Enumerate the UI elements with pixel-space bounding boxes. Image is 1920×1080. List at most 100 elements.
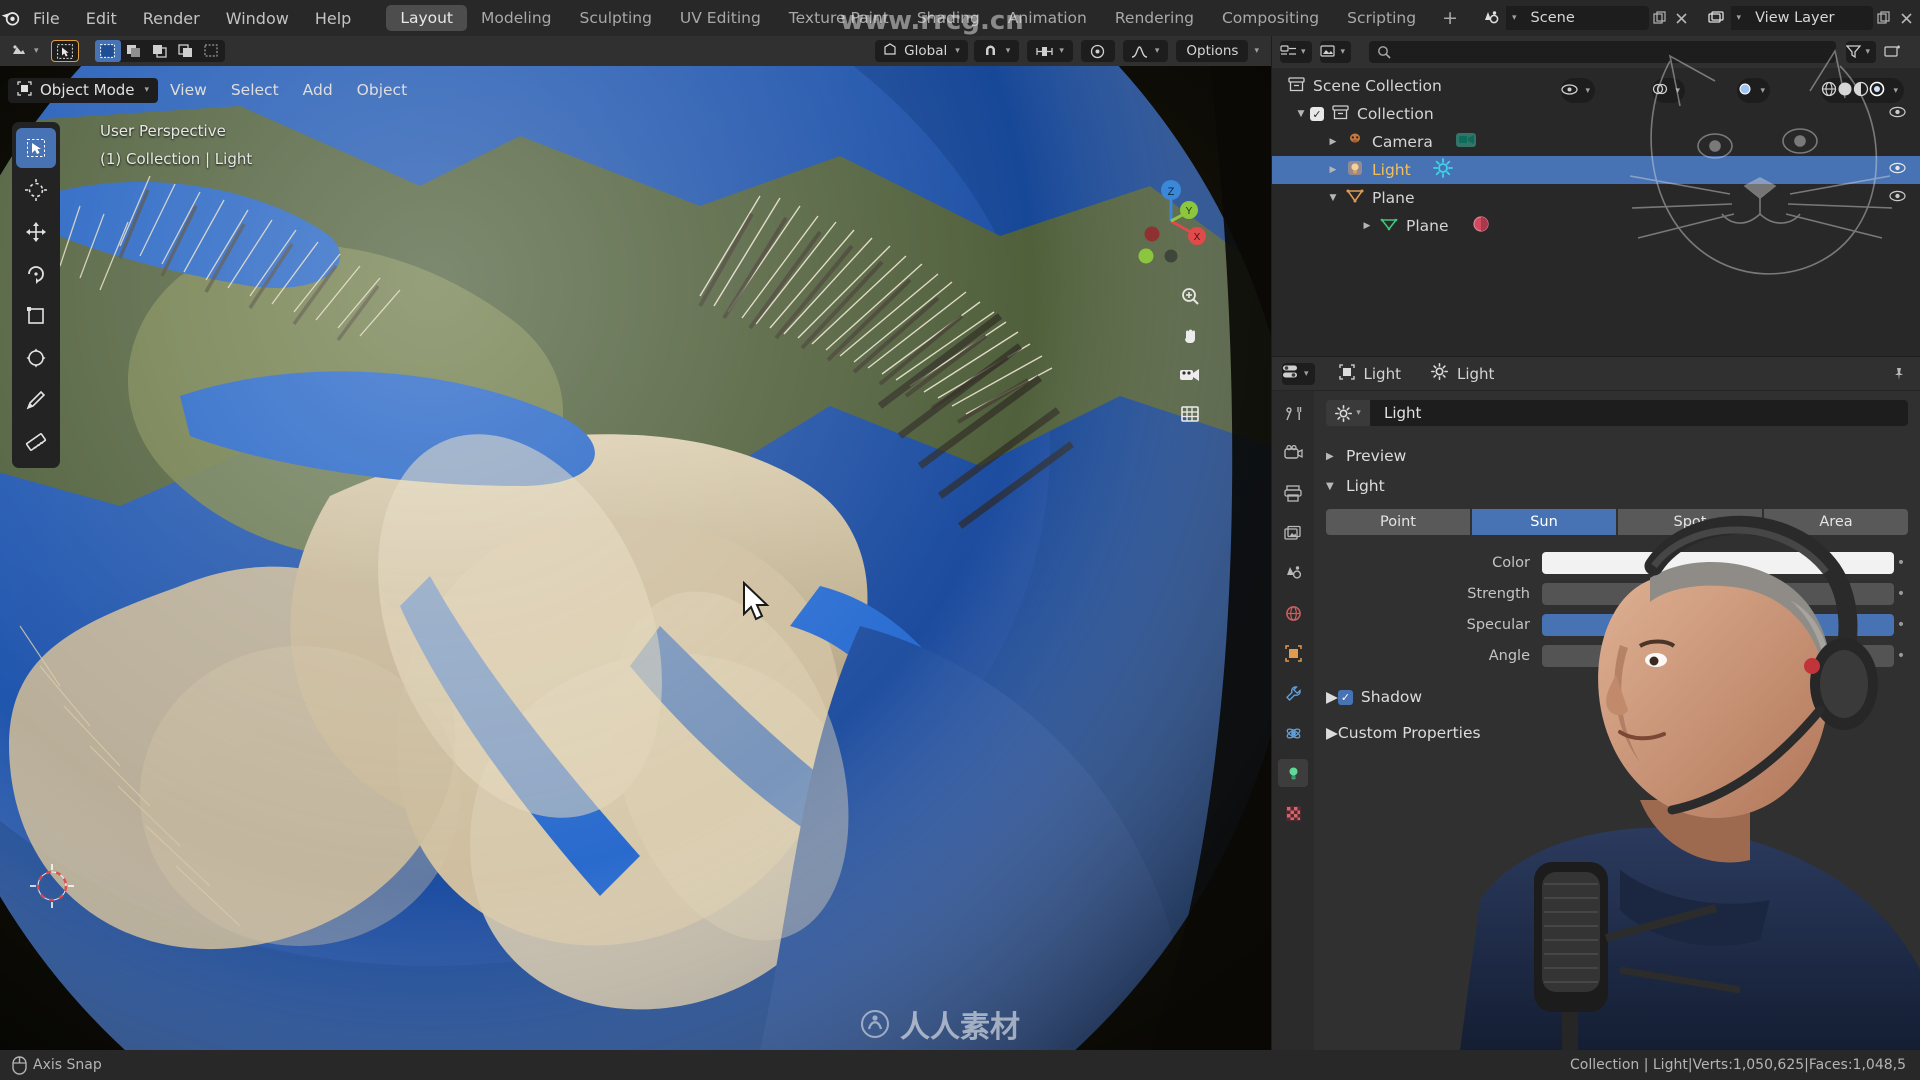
tab-layout[interactable]: Layout (386, 5, 468, 31)
options-button[interactable]: Options (1176, 40, 1249, 62)
outliner-filter-display[interactable]: ▾ (1319, 41, 1352, 63)
render-tab[interactable] (1278, 439, 1308, 467)
properties-editor-icon[interactable] (1282, 364, 1300, 383)
outliner-header[interactable]: ▾ ▾ ▾ (1272, 36, 1920, 68)
object-mode-selector[interactable]: Object Mode ▾ (8, 77, 159, 103)
annotate-tool[interactable] (16, 380, 56, 420)
tab-shading[interactable]: Shading (903, 5, 994, 31)
viewport-menu-select[interactable]: Select (219, 78, 291, 103)
menu-window[interactable]: Window (213, 0, 302, 36)
material-data-icon[interactable] (1471, 214, 1491, 238)
camera-view-icon[interactable] (1179, 365, 1201, 390)
object-tab[interactable] (1278, 639, 1308, 667)
breadcrumb[interactable]: Light (1338, 363, 1401, 384)
outliner-display-mode-icon[interactable] (1280, 43, 1297, 62)
properties-editor-type[interactable]: ▾ (1282, 362, 1315, 385)
tab-sculpting[interactable]: Sculpting (566, 5, 666, 31)
remove-layer-icon[interactable] (1895, 6, 1917, 30)
extend-selection-icon[interactable] (121, 40, 147, 62)
viewport-menu-view[interactable]: View (158, 78, 219, 103)
light-color-row[interactable]: Color • (1326, 549, 1908, 577)
viewport-xray-group[interactable]: ▾ (1737, 78, 1770, 103)
outliner-row-collection[interactable]: ▼ ✓ Collection (1272, 100, 1920, 128)
disclosure-triangle-down-icon[interactable]: ▼ (1292, 109, 1310, 119)
light-angle-value[interactable] (1542, 645, 1894, 667)
scene-tab[interactable] (1278, 559, 1308, 587)
light-panel-header[interactable]: ▼ Light (1326, 471, 1908, 501)
view-layer-selector[interactable]: ▾ View Layer (1700, 6, 1874, 30)
light-specular-row[interactable]: Specular • (1326, 611, 1908, 639)
new-collection-icon[interactable] (1884, 43, 1912, 62)
scene-selector[interactable]: ▾ Scene (1476, 6, 1649, 30)
collection-checkbox[interactable]: ✓ (1310, 107, 1324, 121)
3d-viewport[interactable]: User Perspective (1) Collection | Light (0, 66, 1271, 1050)
modifier-tab[interactable] (1278, 679, 1308, 707)
chevron-down-icon[interactable]: ▾ (1508, 13, 1521, 23)
viewport-menu-add[interactable]: Add (291, 78, 345, 103)
rendered-shading-icon[interactable] (1869, 81, 1885, 101)
visibility-eye-icon[interactable] (1889, 106, 1906, 122)
light-specular-slider[interactable] (1542, 614, 1894, 636)
add-workspace-button[interactable]: + (1430, 0, 1470, 36)
animate-property-dot[interactable]: • (1894, 586, 1908, 602)
outliner-row-light[interactable]: ▶ Light (1272, 156, 1920, 184)
outliner-filter[interactable]: ▾ (1846, 41, 1876, 63)
tab-scripting[interactable]: Scripting (1333, 5, 1430, 31)
light-data-icon[interactable]: ▾ (1326, 400, 1370, 426)
light-type-area[interactable]: Area (1764, 509, 1908, 535)
chevron-down-icon[interactable]: ▾ (1733, 13, 1746, 23)
xray-toggle-icon[interactable] (1737, 81, 1753, 100)
select-mode-group[interactable] (94, 40, 225, 62)
blender-logo-icon[interactable] (0, 0, 20, 36)
topbar[interactable]: File Edit Render Window Help Layout Mode… (0, 0, 1920, 36)
tab-compositing[interactable]: Compositing (1208, 5, 1333, 31)
viewport-overlays-group[interactable]: ▾ (1652, 78, 1685, 103)
filter-icon[interactable] (1846, 43, 1862, 62)
menu-edit[interactable]: Edit (73, 0, 130, 36)
light-strength-row[interactable]: Strength 1.32.000 • (1326, 580, 1908, 608)
tool-tab[interactable] (1278, 399, 1308, 427)
menu-render[interactable]: Render (130, 0, 213, 36)
rotate-tool[interactable] (16, 254, 56, 294)
toggle-ortho-icon[interactable] (1180, 404, 1200, 429)
status-bar[interactable]: Axis Snap Collection | Light | Verts:1,0… (0, 1050, 1920, 1080)
tab-modeling[interactable]: Modeling (467, 5, 566, 31)
new-layer-icon[interactable] (1873, 6, 1895, 30)
properties-body[interactable]: ▾ Light ▶ Preview ▼ Light Point Sun Spot… (1314, 391, 1920, 1050)
outliner-row-plane-object[interactable]: ▼ Plane (1272, 184, 1920, 212)
topbar-right-group[interactable]: ▾ Scene ▾ View Layer (1470, 0, 1920, 36)
select-tool-group[interactable] (50, 40, 79, 62)
zoom-icon[interactable] (1180, 286, 1200, 311)
world-tab[interactable] (1278, 599, 1308, 627)
viewport-mode-row[interactable]: Object Mode ▾ View Select Add Object (0, 74, 1271, 106)
viewport-menu-object[interactable]: Object (345, 78, 419, 103)
proportional-edit-group[interactable] (1080, 40, 1115, 62)
camera-data-icon[interactable] (1455, 131, 1477, 153)
data-tab[interactable] (1278, 759, 1308, 787)
properties-pin-icon[interactable] (1888, 362, 1910, 386)
view-layer-tab[interactable] (1278, 519, 1308, 547)
editor-type-selector[interactable]: ▾ (6, 40, 39, 62)
light-angle-row[interactable]: Angle • (1326, 642, 1908, 670)
light-type-spot[interactable]: Spot (1618, 509, 1762, 535)
output-tab[interactable] (1278, 479, 1308, 507)
physics-tab[interactable] (1278, 719, 1308, 747)
tweak-tool[interactable] (16, 128, 56, 168)
snap-group[interactable]: ▾ (973, 40, 1020, 62)
magnet-icon[interactable] (978, 40, 1004, 62)
transform-orientation-dropdown[interactable]: Global ▾ (875, 40, 968, 62)
visibility-eye-icon[interactable] (1889, 162, 1906, 178)
measure-tool[interactable] (16, 422, 56, 462)
snap-target-group[interactable]: ▾ (1027, 40, 1073, 62)
show-gizmo-icon[interactable] (1561, 81, 1579, 100)
viewport-toolbar[interactable] (12, 122, 60, 468)
light-type-sun[interactable]: Sun (1472, 509, 1616, 535)
view-layer-name-field[interactable]: View Layer (1745, 10, 1873, 26)
custom-properties-panel-header[interactable]: ▶ Custom Properties (1326, 718, 1908, 748)
tab-texture-paint[interactable]: Texture Paint (775, 5, 903, 31)
properties-header[interactable]: ▾ Light Light (1272, 357, 1920, 391)
tab-rendering[interactable]: Rendering (1101, 5, 1208, 31)
falloff-curve-icon[interactable] (1127, 40, 1153, 62)
cursor-tool[interactable] (16, 170, 56, 210)
preview-panel-header[interactable]: ▶ Preview (1326, 441, 1908, 471)
